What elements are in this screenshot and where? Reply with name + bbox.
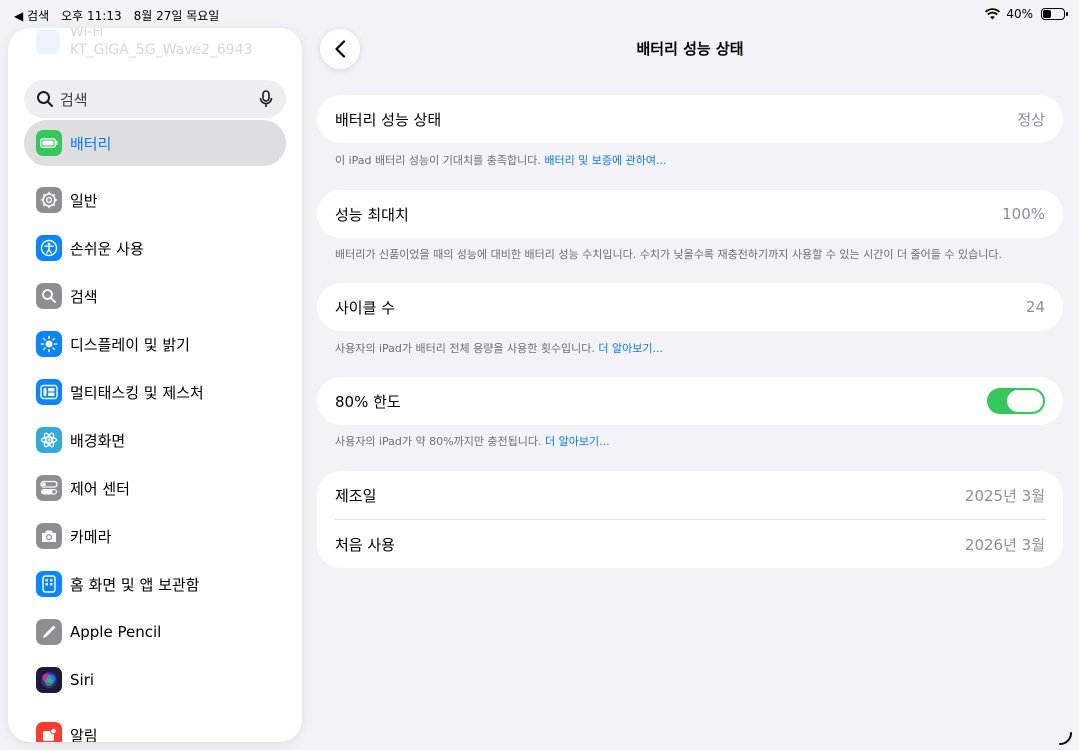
learn-more-link[interactable]: 더 알아보기... — [545, 435, 610, 448]
multitasking-icon — [36, 379, 62, 405]
status-bar: ◀ 검색 오후 11:13 8월 27일 목요일 40% — [0, 0, 1079, 28]
first-use-row: 처음 사용 2026년 3월 — [317, 520, 1063, 568]
battery-health-value: 정상 — [1017, 110, 1045, 129]
sidebar-item-label: Siri — [70, 671, 95, 689]
first-use-value: 2026년 3월 — [964, 535, 1045, 554]
status-date: 8월 27일 목요일 — [133, 9, 220, 23]
settings-sidebar: Wi-Fi KT_GiGA_5G_Wave2_6943 검색 배터리 일반 손쉬… — [8, 28, 302, 742]
search-placeholder: 검색 — [60, 90, 88, 109]
max-capacity-row: 성능 최대치 100% — [317, 190, 1063, 238]
sidebar-item-label: 홈 화면 및 앱 보관함 — [70, 575, 200, 594]
notifications-icon — [36, 722, 62, 742]
battery-warranty-link[interactable]: 배터리 및 보증에 관하여... — [544, 154, 666, 167]
camera-icon — [36, 523, 62, 549]
row-label: 제조일 — [335, 486, 377, 505]
max-capacity-card: 성능 최대치 100% — [317, 190, 1063, 238]
sidebar-item-camera[interactable]: 카메라 — [24, 513, 286, 559]
sidebar-item-multitasking[interactable]: 멀티태스킹 및 제스처 — [24, 369, 286, 415]
search-icon — [37, 91, 53, 107]
siri-icon — [36, 667, 62, 693]
search-field[interactable]: 검색 — [24, 80, 286, 118]
status-time: 오후 11:13 — [61, 9, 122, 23]
wifi-label: Wi-Fi — [70, 28, 104, 40]
toggle-knob — [1007, 390, 1043, 412]
sidebar-item-accessibility[interactable]: 손쉬운 사용 — [24, 225, 286, 271]
wifi-settings-icon — [36, 30, 60, 54]
max-capacity-value: 100% — [1002, 205, 1045, 223]
sidebar-item-label: 배터리 — [70, 134, 112, 153]
row-label: 배터리 성능 상태 — [335, 110, 442, 129]
brightness-icon — [36, 331, 62, 357]
row-label: 성능 최대치 — [335, 205, 409, 224]
battery-icon — [1041, 8, 1068, 20]
sidebar-item-notifications[interactable]: 알림 — [24, 712, 286, 742]
manufacture-date-row: 제조일 2025년 3월 — [317, 471, 1063, 519]
wifi-icon — [985, 8, 1001, 20]
manufacture-date-value: 2025년 3월 — [964, 486, 1045, 505]
control-center-icon — [36, 475, 62, 501]
sidebar-item-siri[interactable]: Siri — [24, 657, 286, 703]
wallpaper-icon — [36, 427, 62, 453]
sidebar-item-label: 손쉬운 사용 — [70, 239, 144, 258]
sidebar-item-search[interactable]: 검색 — [24, 273, 286, 319]
charge-limit-row: 80% 한도 — [317, 377, 1063, 425]
corner-indicator-icon — [1059, 732, 1072, 745]
page-title: 배터리 성능 상태 — [636, 40, 744, 58]
battery-settings-icon — [36, 130, 62, 156]
battery-percent: 40% — [1006, 7, 1033, 21]
sidebar-item-control-center[interactable]: 제어 센터 — [24, 465, 286, 511]
sidebar-item-wallpaper[interactable]: 배경화면 — [24, 417, 286, 463]
sidebar-item-display[interactable]: 디스플레이 및 밝기 — [24, 321, 286, 367]
sidebar-item-label: 배경화면 — [70, 431, 126, 450]
charge-limit-footer: 사용자의 iPad가 약 80%까지만 충전됩니다. 더 알아보기... — [335, 433, 610, 449]
sidebar-item-label: 검색 — [70, 287, 98, 306]
dates-card: 제조일 2025년 3월 처음 사용 2026년 3월 — [317, 471, 1063, 568]
sidebar-item-label: Apple Pencil — [70, 623, 162, 641]
cycle-count-value: 24 — [1025, 298, 1045, 316]
sidebar-item-label: 제어 센터 — [70, 479, 130, 498]
footer-text: 사용자의 iPad가 약 80%까지만 충전됩니다. — [335, 435, 542, 448]
row-label: 사이클 수 — [335, 298, 395, 317]
row-label: 80% 한도 — [335, 392, 401, 411]
battery-health-footer: 이 iPad 배터리 성능이 기대치를 충족합니다. 배터리 및 보증에 관하여… — [335, 152, 667, 168]
footer-text: 이 iPad 배터리 성능이 기대치를 충족합니다. — [335, 154, 541, 167]
back-to-app-link[interactable]: ◀ 검색 — [14, 7, 49, 24]
charge-limit-toggle[interactable] — [987, 388, 1045, 414]
wifi-network-name: KT_GiGA_5G_Wave2_6943 — [70, 42, 253, 58]
max-capacity-footer: 배터리가 신품이었을 때의 성능에 대비한 배터리 성능 수치입니다. 수치가 … — [335, 248, 1003, 261]
charge-limit-card: 80% 한도 — [317, 377, 1063, 425]
search-icon — [36, 283, 62, 309]
sidebar-item-home-screen[interactable]: 홈 화면 및 앱 보관함 — [24, 561, 286, 607]
sidebar-item-label: 알림 — [70, 726, 98, 743]
cycle-count-card: 사이클 수 24 — [317, 283, 1063, 331]
sidebar-item-label: 일반 — [70, 191, 98, 210]
row-label: 처음 사용 — [335, 535, 395, 554]
sidebar-item-battery[interactable]: 배터리 — [24, 120, 286, 166]
battery-health-card: 배터리 성능 상태 정상 — [317, 95, 1063, 143]
sidebar-item-label: 카메라 — [70, 527, 112, 546]
accessibility-icon — [36, 235, 62, 261]
sidebar-item-label: 멀티태스킹 및 제스처 — [70, 383, 204, 402]
home-screen-icon — [36, 571, 62, 597]
cycle-count-row: 사이클 수 24 — [317, 283, 1063, 331]
sidebar-item-apple-pencil[interactable]: Apple Pencil — [24, 609, 286, 655]
pencil-icon — [36, 619, 62, 645]
battery-health-row: 배터리 성능 상태 정상 — [317, 95, 1063, 143]
cycle-count-footer: 사용자의 iPad가 배터리 전체 용량을 사용한 횟수입니다. 더 알아보기.… — [335, 340, 663, 356]
sidebar-item-label: 디스플레이 및 밝기 — [70, 335, 190, 354]
sidebar-item-general[interactable]: 일반 — [24, 177, 286, 223]
learn-more-link[interactable]: 더 알아보기... — [598, 342, 663, 355]
footer-text: 사용자의 iPad가 배터리 전체 용량을 사용한 횟수입니다. — [335, 342, 595, 355]
gear-icon — [36, 187, 62, 213]
microphone-icon[interactable] — [258, 90, 274, 108]
